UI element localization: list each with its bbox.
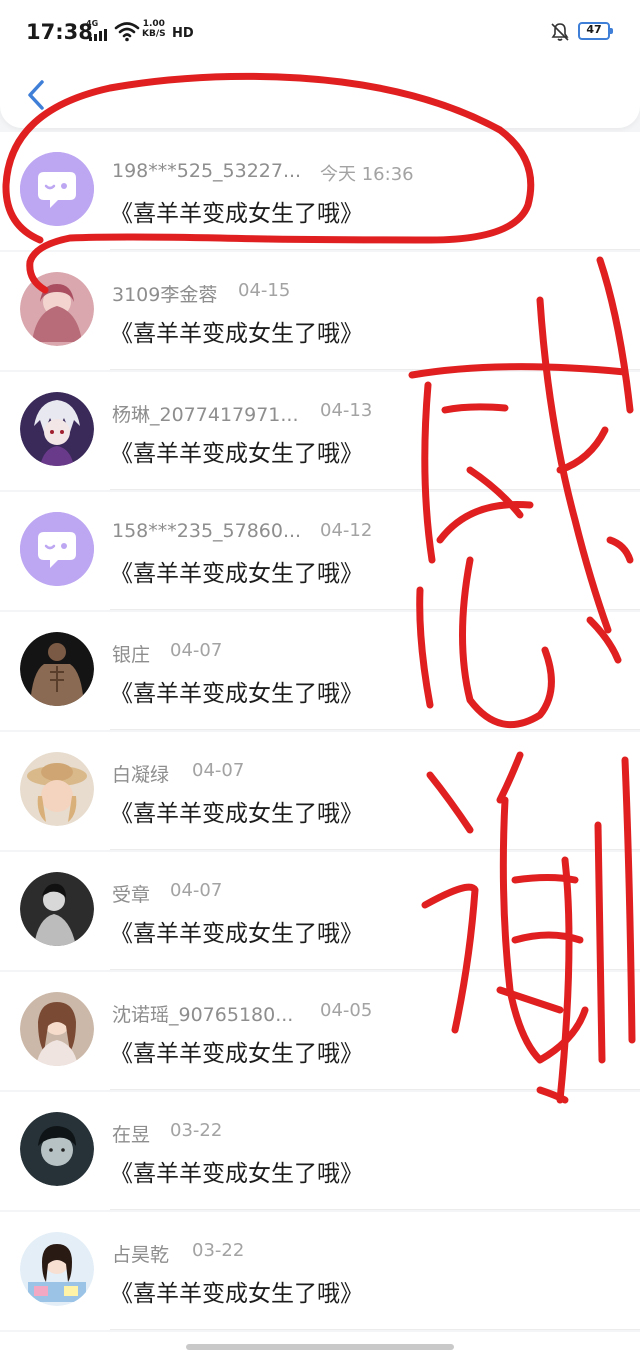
avatar bbox=[20, 1112, 94, 1186]
divider bbox=[110, 369, 640, 370]
default-chat-avatar-icon bbox=[20, 512, 94, 586]
list-item[interactable]: 白凝绿 04-07 《喜羊羊变成女生了哦》 bbox=[0, 732, 640, 850]
cellular-signal-icon: 4G bbox=[86, 19, 110, 41]
contact-name: 受章 bbox=[112, 884, 151, 906]
time-text: 04-05 bbox=[320, 1000, 373, 1021]
speed-unit: KB/S bbox=[142, 29, 166, 39]
message-preview: 《喜羊羊变成女生了哦》 bbox=[110, 1281, 363, 1307]
contact-name: 158***235_57860... bbox=[112, 520, 302, 542]
list-item[interactable]: 杨琳_2077417971... 04-13 《喜羊羊变成女生了哦》 bbox=[0, 372, 640, 490]
list-item[interactable]: 占昊乾 03-22 《喜羊羊变成女生了哦》 bbox=[0, 1212, 640, 1330]
divider bbox=[110, 849, 640, 850]
avatar bbox=[20, 392, 94, 466]
time-text: 04-13 bbox=[320, 400, 373, 421]
home-indicator[interactable] bbox=[186, 1344, 454, 1350]
time-text: 04-07 bbox=[192, 760, 245, 781]
wifi-icon bbox=[114, 22, 140, 42]
message-preview: 《喜羊羊变成女生了哦》 bbox=[110, 921, 363, 947]
message-preview: 《喜羊羊变成女生了哦》 bbox=[110, 681, 363, 707]
list-item[interactable]: 银庄 04-07 《喜羊羊变成女生了哦》 bbox=[0, 612, 640, 730]
speed-value: 1.00 bbox=[142, 19, 165, 29]
message-preview: 《喜羊羊变成女生了哦》 bbox=[110, 201, 363, 227]
contact-name: 占昊乾 bbox=[112, 1244, 170, 1266]
message-preview: 《喜羊羊变成女生了哦》 bbox=[110, 801, 363, 827]
divider bbox=[110, 729, 640, 730]
avatar bbox=[20, 272, 94, 346]
message-preview: 《喜羊羊变成女生了哦》 bbox=[110, 1041, 363, 1067]
message-preview: 《喜羊羊变成女生了哦》 bbox=[110, 321, 363, 347]
battery-icon: 47 bbox=[578, 22, 613, 40]
list-item[interactable]: 沈诺瑶_90765180... 04-05 《喜羊羊变成女生了哦》 bbox=[0, 972, 640, 1090]
time-text: 04-15 bbox=[238, 280, 291, 301]
list-item[interactable]: 158***235_57860... 04-12 《喜羊羊变成女生了哦》 bbox=[0, 492, 640, 610]
avatar bbox=[20, 992, 94, 1066]
list-item[interactable]: 受章 04-07 《喜羊羊变成女生了哦》 bbox=[0, 852, 640, 970]
time-text: 今天 16:36 bbox=[320, 164, 414, 185]
list-item[interactable]: 3109李金蓉 04-15 《喜羊羊变成女生了哦》 bbox=[0, 252, 640, 370]
contact-name: 3109李金蓉 bbox=[112, 284, 218, 306]
contact-name: 沈诺瑶_90765180... bbox=[112, 1004, 294, 1026]
divider bbox=[110, 969, 640, 970]
network-type: 4G bbox=[86, 19, 99, 28]
message-preview: 《喜羊羊变成女生了哦》 bbox=[110, 1161, 363, 1187]
contact-name: 白凝绿 bbox=[112, 764, 170, 786]
status-time: 17:38 bbox=[26, 20, 93, 44]
divider bbox=[110, 489, 640, 490]
back-button[interactable] bbox=[22, 78, 50, 112]
avatar bbox=[20, 632, 94, 706]
divider bbox=[110, 1089, 640, 1090]
time-text: 03-22 bbox=[170, 1120, 223, 1141]
contact-name: 198***525_53227... bbox=[112, 160, 302, 182]
default-chat-avatar-icon bbox=[20, 152, 94, 226]
contact-name: 在昱 bbox=[112, 1124, 151, 1146]
time-text: 04-07 bbox=[170, 640, 223, 661]
avatar bbox=[20, 872, 94, 946]
divider bbox=[110, 1329, 640, 1330]
time-text: 04-07 bbox=[170, 880, 223, 901]
network-speed: 1.00 KB/S bbox=[142, 19, 166, 39]
list-item[interactable]: 在昱 03-22 《喜羊羊变成女生了哦》 bbox=[0, 1092, 640, 1210]
contact-name: 银庄 bbox=[112, 644, 151, 666]
divider bbox=[110, 1209, 640, 1210]
avatar bbox=[20, 1232, 94, 1306]
header-card: 17:38 4G 1.00 KB/S HD 47 bbox=[0, 0, 640, 128]
contact-name: 杨琳_2077417971... bbox=[112, 404, 299, 426]
hd-indicator: HD bbox=[172, 26, 194, 41]
time-text: 04-12 bbox=[320, 520, 373, 541]
time-text: 03-22 bbox=[192, 1240, 245, 1261]
divider bbox=[110, 609, 640, 610]
battery-level: 47 bbox=[586, 23, 602, 36]
bell-muted-icon bbox=[551, 23, 569, 41]
divider bbox=[110, 249, 640, 250]
list-item[interactable]: 198***525_53227... 今天 16:36 《喜羊羊变成女生了哦》 bbox=[0, 132, 640, 250]
avatar bbox=[20, 752, 94, 826]
message-preview: 《喜羊羊变成女生了哦》 bbox=[110, 441, 363, 467]
message-preview: 《喜羊羊变成女生了哦》 bbox=[110, 561, 363, 587]
status-bar: 17:38 4G 1.00 KB/S HD 47 bbox=[0, 0, 640, 66]
